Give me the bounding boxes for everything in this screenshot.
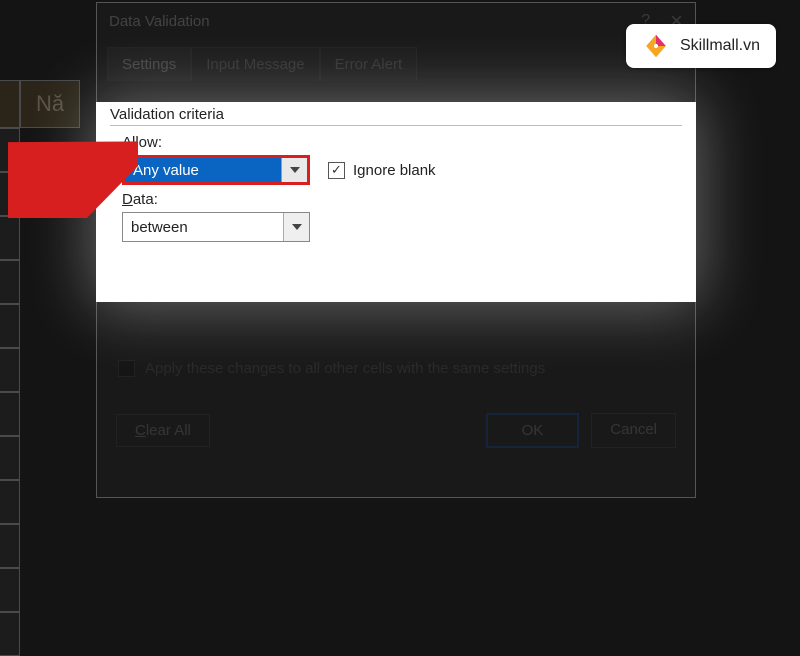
annotation-arrow-icon [8,138,138,218]
group-label: Validation criteria [110,106,682,126]
chevron-down-icon [292,224,302,230]
dialog-titlebar: Data Validation ? × [97,3,695,39]
ok-button[interactable]: OK [486,413,580,448]
sheet-header-cell: h [0,80,20,128]
tab-strip: Settings Input Message Error Alert [97,39,695,81]
apply-label: Apply these changes to all other cells w… [145,360,545,377]
watermark-text: Skillmall.vn [680,37,760,55]
dialog-title: Data Validation [109,13,210,30]
clear-all-button[interactable]: Clear All [116,414,210,447]
sheet-header-cell: Nă [20,80,80,128]
allow-dropdown[interactable]: Any value [122,155,310,185]
spreadsheet-background: h Nă [0,80,100,460]
checkbox-box: ✓ [328,162,345,179]
cancel-button[interactable]: Cancel [591,413,676,448]
allow-selected-value: Any value [125,158,281,182]
tab-settings[interactable]: Settings [107,47,191,81]
data-selected-value: between [123,213,283,241]
allow-label: Allow: [122,134,682,151]
data-label: Data: [122,191,682,208]
dialog-lower-controls: Apply these changes to all other cells w… [110,360,682,448]
ignore-blank-label: Ignore blank [353,162,436,179]
data-dropdown-button[interactable] [283,213,309,241]
data-dropdown[interactable]: between [122,212,310,242]
ignore-blank-checkbox[interactable]: ✓ Ignore blank [328,162,436,179]
validation-criteria-panel: Validation criteria Allow: Any value ✓ I… [96,102,696,302]
watermark-badge: Skillmall.vn [626,24,776,68]
chevron-down-icon [290,167,300,173]
apply-checkbox[interactable] [118,360,135,377]
tab-error-alert[interactable]: Error Alert [320,47,418,81]
allow-dropdown-button[interactable] [281,158,307,182]
skillmall-logo-icon [642,32,670,60]
tab-input-message[interactable]: Input Message [191,47,319,81]
